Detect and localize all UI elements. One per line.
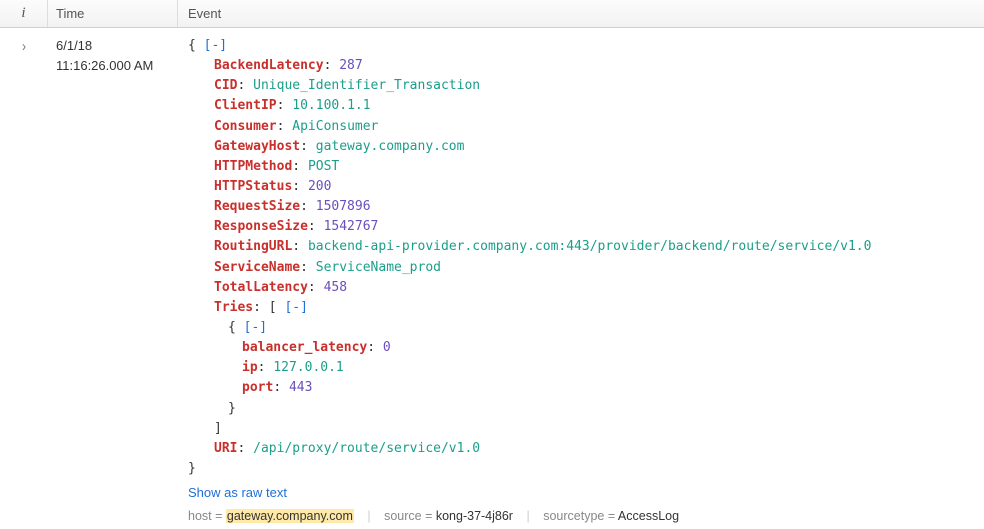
field-backendlatency[interactable]: BackendLatency: 287 [188,56,978,76]
field-servicename[interactable]: ServiceName: ServiceName_prod [188,258,978,278]
col-time[interactable]: Time [48,0,178,27]
field-cid[interactable]: CID: Unique_Identifier_Transaction [188,76,978,96]
event-meta: host = gateway.company.com | source = ko… [188,505,978,526]
collapse-toggle[interactable]: [-] [204,38,227,53]
field-gatewayhost[interactable]: GatewayHost: gateway.company.com [188,137,978,157]
events-table: i Time Event › 6/1/18 11:16:26.000 AM { … [0,0,984,527]
collapse-toggle[interactable]: [-] [284,300,307,315]
field-balancer-latency[interactable]: balancer_latency: 0 [188,338,978,358]
field-totallatency[interactable]: TotalLatency: 458 [188,278,978,298]
field-clientip[interactable]: ClientIP: 10.100.1.1 [188,96,978,116]
field-routingurl[interactable]: RoutingURL: backend-api-provider.company… [188,237,978,257]
meta-sourcetype[interactable]: sourcetype = AccessLog [543,509,679,523]
json-open: { [-] [188,38,227,53]
field-ip[interactable]: ip: 127.0.0.1 [188,358,978,378]
json-close: } [188,461,196,476]
table-header: i Time Event [0,0,984,28]
chevron-right-icon[interactable]: › [22,38,26,55]
field-responsesize[interactable]: ResponseSize: 1542767 [188,217,978,237]
tries-close: ] [188,419,978,439]
collapse-toggle[interactable]: [-] [244,320,267,335]
event-date: 6/1/18 [56,36,178,56]
field-httpmethod[interactable]: HTTPMethod: POST [188,157,978,177]
col-event[interactable]: Event [178,0,984,27]
table-row: › 6/1/18 11:16:26.000 AM { [-] BackendLa… [0,28,984,527]
tries-obj-close: } [188,399,978,419]
expand-cell: › [0,34,48,53]
meta-source[interactable]: source = kong-37-4j86r [384,509,513,523]
field-uri[interactable]: URI: /api/proxy/route/service/v1.0 [188,439,978,459]
field-requestsize[interactable]: RequestSize: 1507896 [188,197,978,217]
event-cell: { [-] BackendLatency: 287 CID: Unique_Id… [178,34,984,527]
tries-obj-open: { [-] [188,318,978,338]
field-httpstatus[interactable]: HTTPStatus: 200 [188,177,978,197]
meta-host[interactable]: host = gateway.company.com [188,509,354,523]
field-port[interactable]: port: 443 [188,378,978,398]
col-expand[interactable]: i [0,0,48,27]
field-tries[interactable]: Tries: [ [-] [188,298,978,318]
time-cell: 6/1/18 11:16:26.000 AM [48,34,178,75]
meta-separator: | [516,509,539,523]
event-time: 11:16:26.000 AM [56,56,178,76]
show-raw-text-link[interactable]: Show as raw text [188,479,287,505]
field-consumer[interactable]: Consumer: ApiConsumer [188,117,978,137]
meta-separator: | [357,509,380,523]
